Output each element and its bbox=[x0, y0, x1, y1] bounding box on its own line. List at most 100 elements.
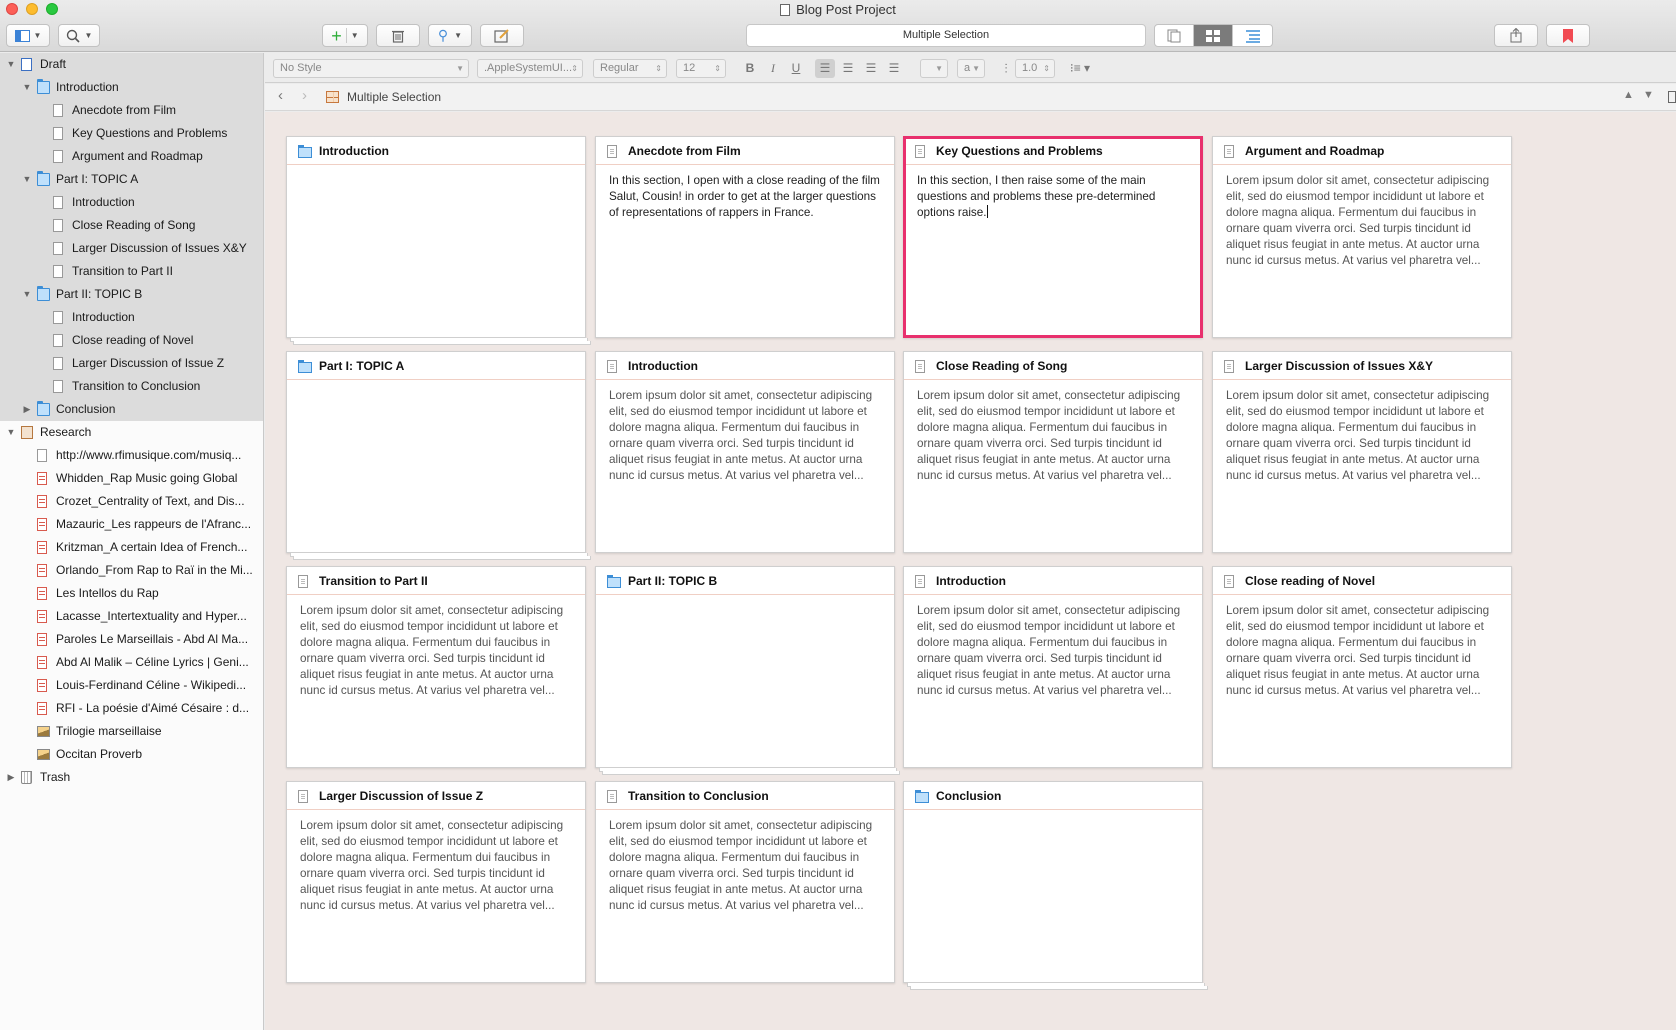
binder-item[interactable]: Orlando_From Rap to Raï in the Mi... bbox=[0, 559, 263, 582]
font-size-select[interactable]: 12 ⇕ bbox=[676, 59, 726, 78]
card-synopsis[interactable] bbox=[287, 380, 585, 396]
outliner-view-button[interactable] bbox=[1233, 25, 1272, 46]
binder-item[interactable]: Whidden_Rap Music going Global bbox=[0, 467, 263, 490]
index-card[interactable]: Introduction Lorem ipsum dolor sit amet, … bbox=[595, 351, 895, 553]
binder-item[interactable]: Mazauric_Les rappeurs de l'Afranc... bbox=[0, 513, 263, 536]
align-right-button[interactable]: ☰ bbox=[861, 59, 881, 78]
binder-item[interactable]: Introduction bbox=[0, 306, 263, 329]
binder-item[interactable]: ▼ Part II: TOPIC B bbox=[0, 283, 263, 306]
card-synopsis[interactable]: Lorem ipsum dolor sit amet, consectetur … bbox=[596, 380, 894, 492]
index-card[interactable]: Introduction Lorem ipsum dolor sit amet, … bbox=[903, 566, 1203, 768]
share-button[interactable] bbox=[1494, 24, 1538, 47]
next-item-icon[interactable]: ▼ bbox=[1643, 89, 1654, 101]
highlight-color-button[interactable]: a ▼ bbox=[957, 59, 985, 78]
index-card[interactable]: Close Reading of Song Lorem ipsum dolor s… bbox=[903, 351, 1203, 553]
binder-item[interactable]: Transition to Part II bbox=[0, 260, 263, 283]
index-card[interactable]: Transition to Part II Lorem ipsum dolor s… bbox=[286, 566, 586, 768]
align-left-button[interactable]: ☰ bbox=[815, 59, 835, 78]
index-card[interactable]: Larger Discussion of Issue Z Lorem ipsum … bbox=[286, 781, 586, 983]
index-card[interactable]: Transition to Conclusion Lorem ipsum dolo… bbox=[595, 781, 895, 983]
card-title[interactable]: Key Questions and Problems bbox=[936, 144, 1103, 158]
card-title[interactable]: Transition to Conclusion bbox=[628, 789, 769, 803]
compose-button[interactable] bbox=[480, 24, 524, 47]
index-card[interactable]: Introduction bbox=[286, 136, 591, 345]
disclosure-open-icon[interactable]: ▼ bbox=[22, 168, 32, 191]
card-title[interactable]: Argument and Roadmap bbox=[1245, 144, 1384, 158]
card-synopsis[interactable] bbox=[904, 810, 1202, 826]
card-title[interactable]: Larger Discussion of Issues X&Y bbox=[1245, 359, 1433, 373]
disclosure-open-icon[interactable]: ▼ bbox=[6, 421, 16, 444]
card-synopsis[interactable]: Lorem ipsum dolor sit amet, consectetur … bbox=[1213, 595, 1511, 707]
index-card[interactable]: Anecdote from Film In this section, I ope… bbox=[595, 136, 895, 338]
card-synopsis[interactable]: Lorem ipsum dolor sit amet, consectetur … bbox=[287, 810, 585, 922]
binder-item[interactable]: Les Intellos du Rap bbox=[0, 582, 263, 605]
binder-item[interactable]: ▼ Research bbox=[0, 421, 263, 444]
binder-item[interactable]: Louis-Ferdinand Céline - Wikipedi... bbox=[0, 674, 263, 697]
card-synopsis[interactable]: Lorem ipsum dolor sit amet, consectetur … bbox=[596, 810, 894, 922]
card-title[interactable]: Close Reading of Song bbox=[936, 359, 1067, 373]
index-card[interactable]: Conclusion bbox=[903, 781, 1208, 990]
binder-item[interactable]: ▼ Part I: TOPIC A bbox=[0, 168, 263, 191]
disclosure-open-icon[interactable]: ▼ bbox=[6, 53, 16, 76]
card-synopsis[interactable] bbox=[596, 595, 894, 611]
index-card[interactable]: Key Questions and Problems In this sectio… bbox=[903, 136, 1203, 338]
underline-button[interactable]: U bbox=[786, 59, 806, 78]
card-synopsis[interactable]: Lorem ipsum dolor sit amet, consectetur … bbox=[904, 380, 1202, 492]
card-title[interactable]: Larger Discussion of Issue Z bbox=[319, 789, 483, 803]
index-card[interactable]: Larger Discussion of Issues X&Y Lorem ips… bbox=[1212, 351, 1512, 553]
italic-button[interactable]: I bbox=[763, 59, 783, 78]
card-synopsis[interactable] bbox=[287, 165, 585, 181]
paragraph-style-select[interactable]: No Style ▼ bbox=[273, 59, 469, 78]
card-title[interactable]: Transition to Part II bbox=[319, 574, 428, 588]
binder-item[interactable]: ▶ Trash bbox=[0, 766, 263, 789]
binder-item[interactable]: Occitan Proverb bbox=[0, 743, 263, 766]
previous-item-icon[interactable]: ▲ bbox=[1623, 89, 1634, 101]
bookmark-button[interactable] bbox=[1546, 24, 1590, 47]
disclosure-closed-icon[interactable]: ▶ bbox=[6, 766, 16, 789]
card-title[interactable]: Close reading of Novel bbox=[1245, 574, 1375, 588]
binder-item[interactable]: ▼ Draft bbox=[0, 53, 263, 76]
card-synopsis[interactable]: In this section, I then raise some of th… bbox=[906, 165, 1200, 229]
card-title[interactable]: Part I: TOPIC A bbox=[319, 359, 404, 373]
text-color-button[interactable]: ▼ bbox=[920, 59, 948, 78]
card-title[interactable]: Introduction bbox=[936, 574, 1006, 588]
forward-arrow-icon[interactable]: › bbox=[302, 87, 307, 104]
split-editor-icon[interactable] bbox=[1668, 91, 1676, 103]
binder-item[interactable]: Close reading of Novel bbox=[0, 329, 263, 352]
search-button[interactable]: ▼ bbox=[58, 24, 100, 47]
font-family-select[interactable]: .AppleSystemUI... ⇕ bbox=[477, 59, 583, 78]
index-card[interactable]: Close reading of Novel Lorem ipsum dolor … bbox=[1212, 566, 1512, 768]
binder-item[interactable]: Key Questions and Problems bbox=[0, 122, 263, 145]
view-toggle-button[interactable]: ▼ bbox=[6, 24, 50, 47]
binder-item[interactable]: Close Reading of Song bbox=[0, 214, 263, 237]
binder-item[interactable]: Abd Al Malik – Céline Lyrics | Geni... bbox=[0, 651, 263, 674]
justify-button[interactable]: ☰ bbox=[884, 59, 904, 78]
align-center-button[interactable]: ☰ bbox=[838, 59, 858, 78]
disclosure-open-icon[interactable]: ▼ bbox=[22, 76, 32, 99]
card-title[interactable]: Introduction bbox=[628, 359, 698, 373]
binder-item[interactable]: Argument and Roadmap bbox=[0, 145, 263, 168]
card-synopsis[interactable]: Lorem ipsum dolor sit amet, consectetur … bbox=[1213, 380, 1511, 492]
binder-item[interactable]: RFI - La poésie d'Aimé Césaire : d... bbox=[0, 697, 263, 720]
binder-item[interactable]: Crozet_Centrality of Text, and Dis... bbox=[0, 490, 263, 513]
disclosure-closed-icon[interactable]: ▶ bbox=[22, 398, 32, 421]
corkboard-view-button[interactable] bbox=[1194, 25, 1233, 46]
binder-item[interactable]: Transition to Conclusion bbox=[0, 375, 263, 398]
index-card[interactable]: Part I: TOPIC A bbox=[286, 351, 591, 560]
binder-item[interactable]: Introduction bbox=[0, 191, 263, 214]
add-button[interactable]: + ▼ bbox=[322, 24, 368, 47]
card-title[interactable]: Anecdote from Film bbox=[628, 144, 741, 158]
binder-item[interactable]: Trilogie marseillaise bbox=[0, 720, 263, 743]
index-card[interactable]: Part II: TOPIC B bbox=[595, 566, 900, 775]
card-title[interactable]: Introduction bbox=[319, 144, 389, 158]
binder-item[interactable]: http://www.rfimusique.com/musiq... bbox=[0, 444, 263, 467]
index-card[interactable]: Argument and Roadmap Lorem ipsum dolor si… bbox=[1212, 136, 1512, 338]
binder-item[interactable]: ▼ Introduction bbox=[0, 76, 263, 99]
attach-button[interactable]: ⚲ ▼ bbox=[428, 24, 472, 47]
binder-item[interactable]: Larger Discussion of Issue Z bbox=[0, 352, 263, 375]
card-synopsis[interactable]: In this section, I open with a close rea… bbox=[596, 165, 894, 229]
card-synopsis[interactable]: Lorem ipsum dolor sit amet, consectetur … bbox=[1213, 165, 1511, 277]
card-synopsis[interactable]: Lorem ipsum dolor sit amet, consectetur … bbox=[904, 595, 1202, 707]
card-title[interactable]: Conclusion bbox=[936, 789, 1001, 803]
card-title[interactable]: Part II: TOPIC B bbox=[628, 574, 717, 588]
